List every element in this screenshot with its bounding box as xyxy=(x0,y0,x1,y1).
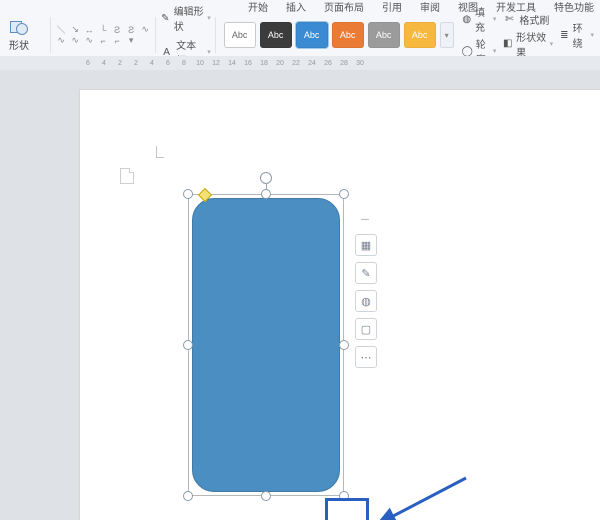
resize-handle-ne[interactable] xyxy=(339,189,349,199)
fill-label: 填充 xyxy=(475,4,490,34)
more-lines-icon: ▾ xyxy=(125,36,137,46)
resize-handle-s[interactable] xyxy=(261,491,271,501)
connector-z-icon: Ƨ xyxy=(111,25,123,35)
curve3-icon: ∿ xyxy=(83,36,95,46)
ruler-tick: 6 xyxy=(80,60,96,67)
style-yellow[interactable]: Abc xyxy=(404,22,436,48)
minitool-fill-button[interactable]: ◍ xyxy=(355,290,377,312)
ruler-tick: 4 xyxy=(144,60,160,67)
rotate-handle[interactable] xyxy=(260,172,272,184)
lines-gallery[interactable]: ＼ ↘ ↔ └ Ƨ Ƨ ∿ ∿ ∿ ∿ ⌐ ⌐ ▾ xyxy=(55,25,151,46)
shape-style-gallery: Abc Abc Abc Abc Abc Abc ▾ xyxy=(224,22,454,48)
tab-insert[interactable]: 插入 xyxy=(286,0,306,14)
line-arrow-icon: ↘ xyxy=(69,25,81,35)
shapes-label: 形状 xyxy=(9,37,29,52)
wrap-button[interactable]: ≣ 环绕 ▾ xyxy=(559,20,594,50)
shape-effect-label: 形状效果 xyxy=(516,29,547,59)
ruler-tick: 10 xyxy=(192,60,208,67)
ruler-tick: 6 xyxy=(160,60,176,67)
tab-special[interactable]: 特色功能 xyxy=(554,0,594,14)
ruler-tick: 26 xyxy=(320,60,336,67)
shape-effect-button[interactable]: ◧ 形状效果 ▾ xyxy=(502,29,553,59)
minitool-layout-button[interactable]: ▦ xyxy=(355,234,377,256)
tab-review[interactable]: 审阅 xyxy=(420,0,440,14)
style-blue[interactable]: Abc xyxy=(296,22,328,48)
ruler-tick: 16 xyxy=(240,60,256,67)
style-white[interactable]: Abc xyxy=(224,22,256,48)
ruler-tick: 22 xyxy=(288,60,304,67)
fill-bucket-icon: ◍ xyxy=(462,12,472,26)
format-painter-icon: ✄ xyxy=(502,12,516,26)
tab-start[interactable]: 开始 xyxy=(248,0,268,14)
format-painter-label: 格式刷 xyxy=(519,12,549,27)
elbow2-icon: ⌐ xyxy=(111,36,123,46)
resize-handle-nw[interactable] xyxy=(183,189,193,199)
document-page[interactable]: – ▦ ✎ ◍ ▢ ⋯ xyxy=(80,90,600,520)
elbow-icon: ⌐ xyxy=(97,36,109,46)
style-orange[interactable]: Abc xyxy=(332,22,364,48)
divider xyxy=(50,17,51,53)
line-double-icon: ↔ xyxy=(83,25,95,35)
style-black[interactable]: Abc xyxy=(260,22,292,48)
wrap-label: 环绕 xyxy=(573,20,588,50)
annotation-arrow-icon xyxy=(374,476,468,520)
style-more-button[interactable]: ▾ xyxy=(440,22,454,48)
tab-reference[interactable]: 引用 xyxy=(382,0,402,14)
ruler-tick: 14 xyxy=(224,60,240,67)
ruler-tick: 4 xyxy=(96,60,112,67)
shape-floating-toolbar: – ▦ ✎ ◍ ▢ ⋯ xyxy=(355,208,377,368)
wrap-icon: ≣ xyxy=(559,28,569,42)
ruler-tick: 12 xyxy=(208,60,224,67)
shapes-icon xyxy=(8,18,30,36)
ruler-tick: 2 xyxy=(112,60,128,67)
workspace: – ▦ ✎ ◍ ▢ ⋯ xyxy=(0,70,600,520)
resize-handle-n[interactable] xyxy=(261,189,271,199)
ruler-tick: 20 xyxy=(272,60,288,67)
ruler-tick: 8 xyxy=(176,60,192,67)
connector-z2-icon: Ƨ xyxy=(125,25,137,35)
ribbon: 形状 ＼ ↘ ↔ └ Ƨ Ƨ ∿ ∿ ∿ ∿ ⌐ ⌐ ▾ ✎ 编辑形状 ▾ xyxy=(0,14,600,57)
shapes-group: 形状 xyxy=(6,14,46,56)
format-painter-button[interactable]: ✄ 格式刷 xyxy=(502,12,553,27)
paragraph-mark-icon xyxy=(120,168,134,184)
ruler-tick: 2 xyxy=(128,60,144,67)
edit-shape-icon: ✎ xyxy=(160,11,171,25)
fill-button[interactable]: ◍ 填充 ▾ xyxy=(462,4,497,34)
resize-handle-e[interactable] xyxy=(339,340,349,350)
rounded-rectangle-shape[interactable] xyxy=(192,198,340,492)
margin-corner-mark xyxy=(150,146,164,158)
ruler-tick: 18 xyxy=(256,60,272,67)
minitool-more-button[interactable]: ⋯ xyxy=(355,346,377,368)
horizontal-ruler: 64224681012141618202224262830 xyxy=(0,56,600,70)
ruler-tick: 28 xyxy=(336,60,352,67)
resize-handle-w[interactable] xyxy=(183,340,193,350)
line-icon: ＼ xyxy=(55,25,67,35)
edit-shape-button[interactable]: ✎ 编辑形状 ▾ xyxy=(160,3,211,33)
curve2-icon: ∿ xyxy=(69,36,81,46)
annotation-highlight-box xyxy=(325,498,369,520)
connector-s-icon: ∿ xyxy=(139,25,151,35)
divider xyxy=(215,17,216,53)
resize-handle-sw[interactable] xyxy=(183,491,193,501)
tab-layout[interactable]: 页面布局 xyxy=(324,0,364,14)
divider xyxy=(155,17,156,53)
minitool-edit-button[interactable]: ✎ xyxy=(355,262,377,284)
selected-shape[interactable] xyxy=(188,194,344,496)
style-gray[interactable]: Abc xyxy=(368,22,400,48)
minitool-minus-icon: – xyxy=(355,208,375,228)
ruler-tick: 24 xyxy=(304,60,320,67)
shape-effect-icon: ◧ xyxy=(502,37,513,51)
connector-l-icon: └ xyxy=(97,25,109,35)
curve-icon: ∿ xyxy=(55,36,67,46)
minitool-outline-button[interactable]: ▢ xyxy=(355,318,377,340)
shapes-button[interactable]: 形状 xyxy=(8,18,30,52)
edit-shape-label: 编辑形状 xyxy=(174,3,205,33)
ruler-tick: 30 xyxy=(352,60,368,67)
